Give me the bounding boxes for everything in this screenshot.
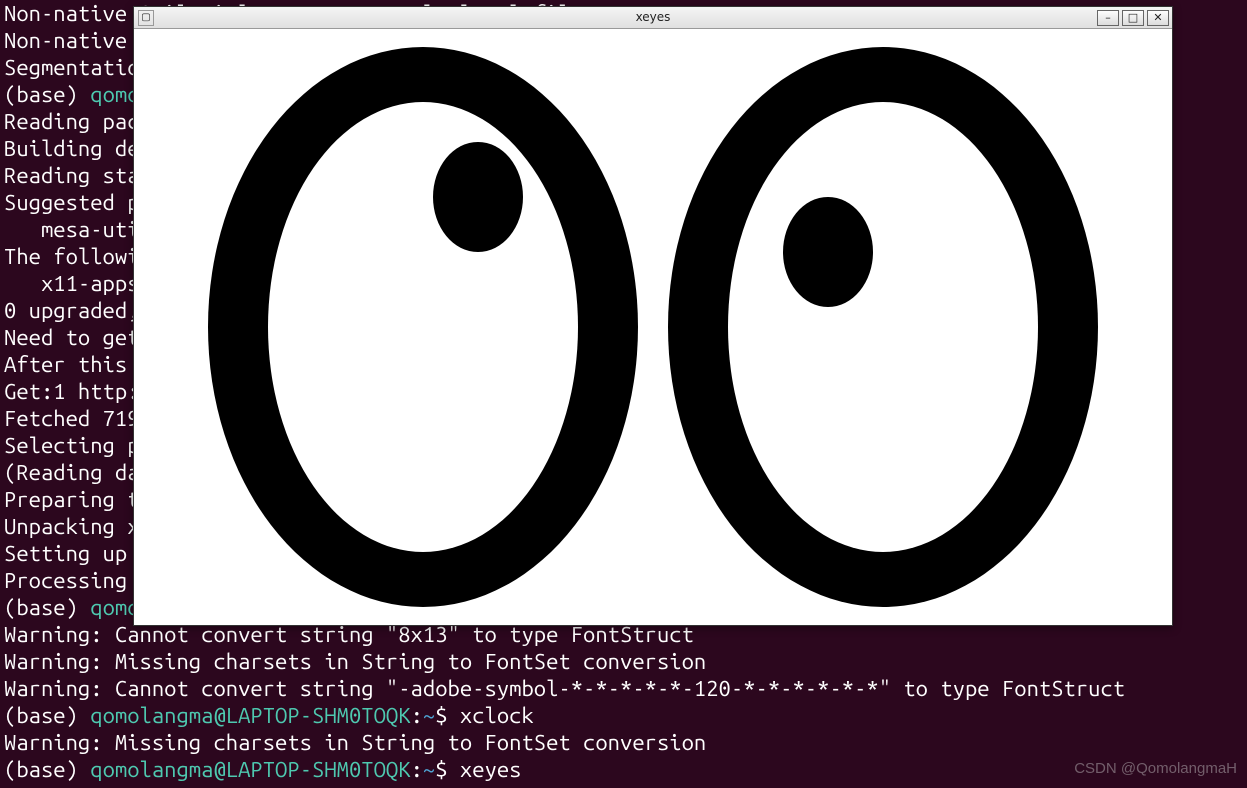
left-pupil [433, 142, 523, 252]
right-eye [668, 47, 1098, 607]
minimize-button[interactable]: – [1097, 10, 1119, 26]
terminal-line: (base) qomolangma@LAPTOP-SHM0TOQK:~$ xey… [4, 756, 1243, 783]
window-controls: – □ ✕ [1097, 10, 1169, 26]
xeyes-window[interactable]: ▢ xeyes – □ ✕ [133, 6, 1173, 626]
left-eye-white [268, 102, 578, 552]
left-eye [208, 47, 638, 607]
command-text: xclock [460, 703, 534, 728]
watermark: CSDN @QomolangmaH [1074, 755, 1237, 782]
close-button[interactable]: ✕ [1147, 10, 1169, 26]
terminal-line: Warning: Missing charsets in String to F… [4, 648, 1243, 675]
terminal-line: Warning: Cannot convert string "-adobe-s… [4, 675, 1243, 702]
window-icon: ▢ [138, 10, 154, 26]
maximize-button[interactable]: □ [1122, 10, 1144, 26]
xeyes-canvas [134, 29, 1172, 625]
command-text: xeyes [460, 757, 522, 782]
terminal-line: (base) qomolangma@LAPTOP-SHM0TOQK:~$ xcl… [4, 702, 1243, 729]
xeyes-titlebar[interactable]: ▢ xeyes – □ ✕ [134, 7, 1172, 29]
terminal-line: Warning: Missing charsets in String to F… [4, 729, 1243, 756]
right-eye-white [728, 102, 1038, 552]
right-pupil [783, 197, 873, 307]
window-title: xeyes [134, 4, 1172, 31]
